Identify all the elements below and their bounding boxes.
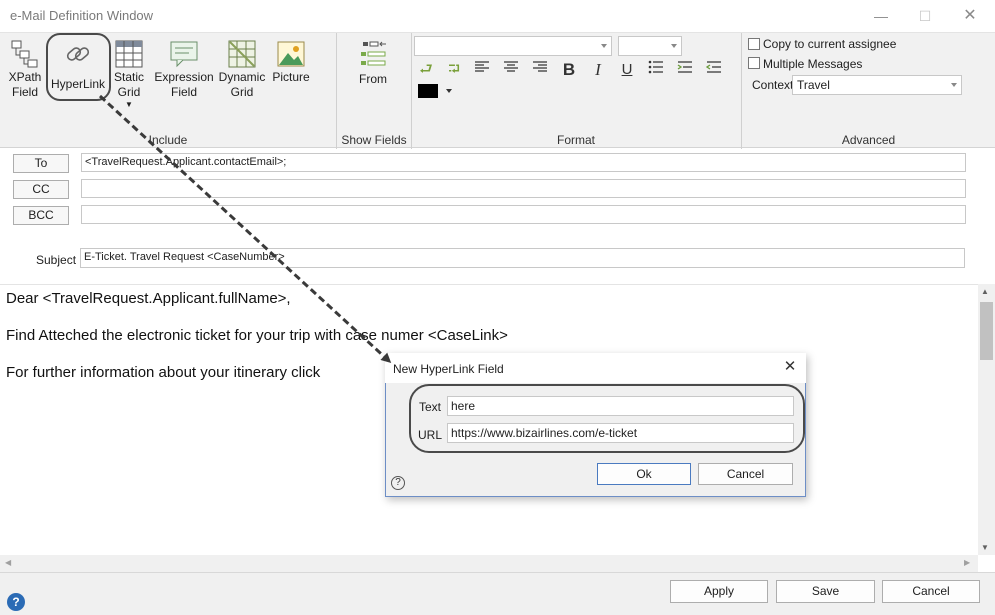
callout-arrow — [98, 94, 392, 364]
